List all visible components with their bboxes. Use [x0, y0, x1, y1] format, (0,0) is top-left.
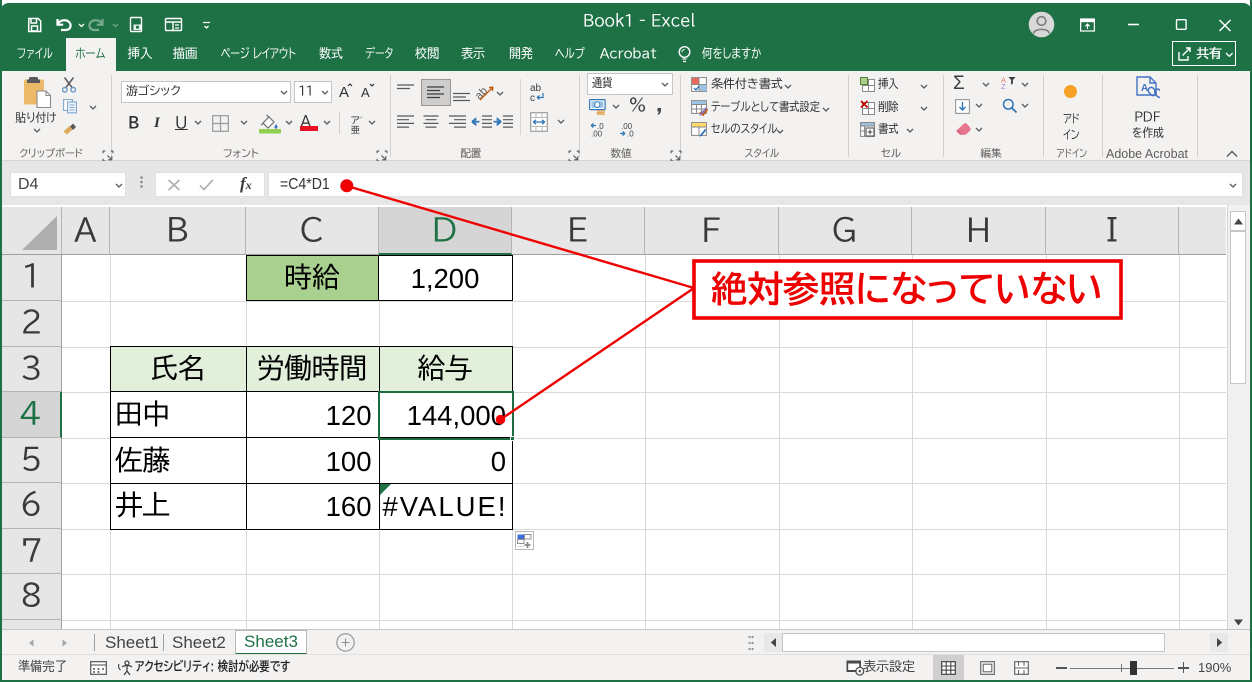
svg-text:亜: 亜: [351, 126, 360, 134]
svg-text:'`: '`: [360, 116, 363, 122]
svg-text:.00: .00: [591, 130, 603, 138]
svg-text:ab: ab: [473, 85, 490, 102]
svg-text:ア: ア: [351, 116, 360, 126]
svg-text:A: A: [1141, 83, 1148, 94]
svg-text:Z: Z: [1001, 82, 1006, 89]
svg-text:.0: .0: [627, 130, 634, 138]
svg-text:A: A: [361, 85, 370, 100]
svg-text:c: c: [530, 93, 535, 103]
svg-text:A: A: [339, 84, 349, 100]
